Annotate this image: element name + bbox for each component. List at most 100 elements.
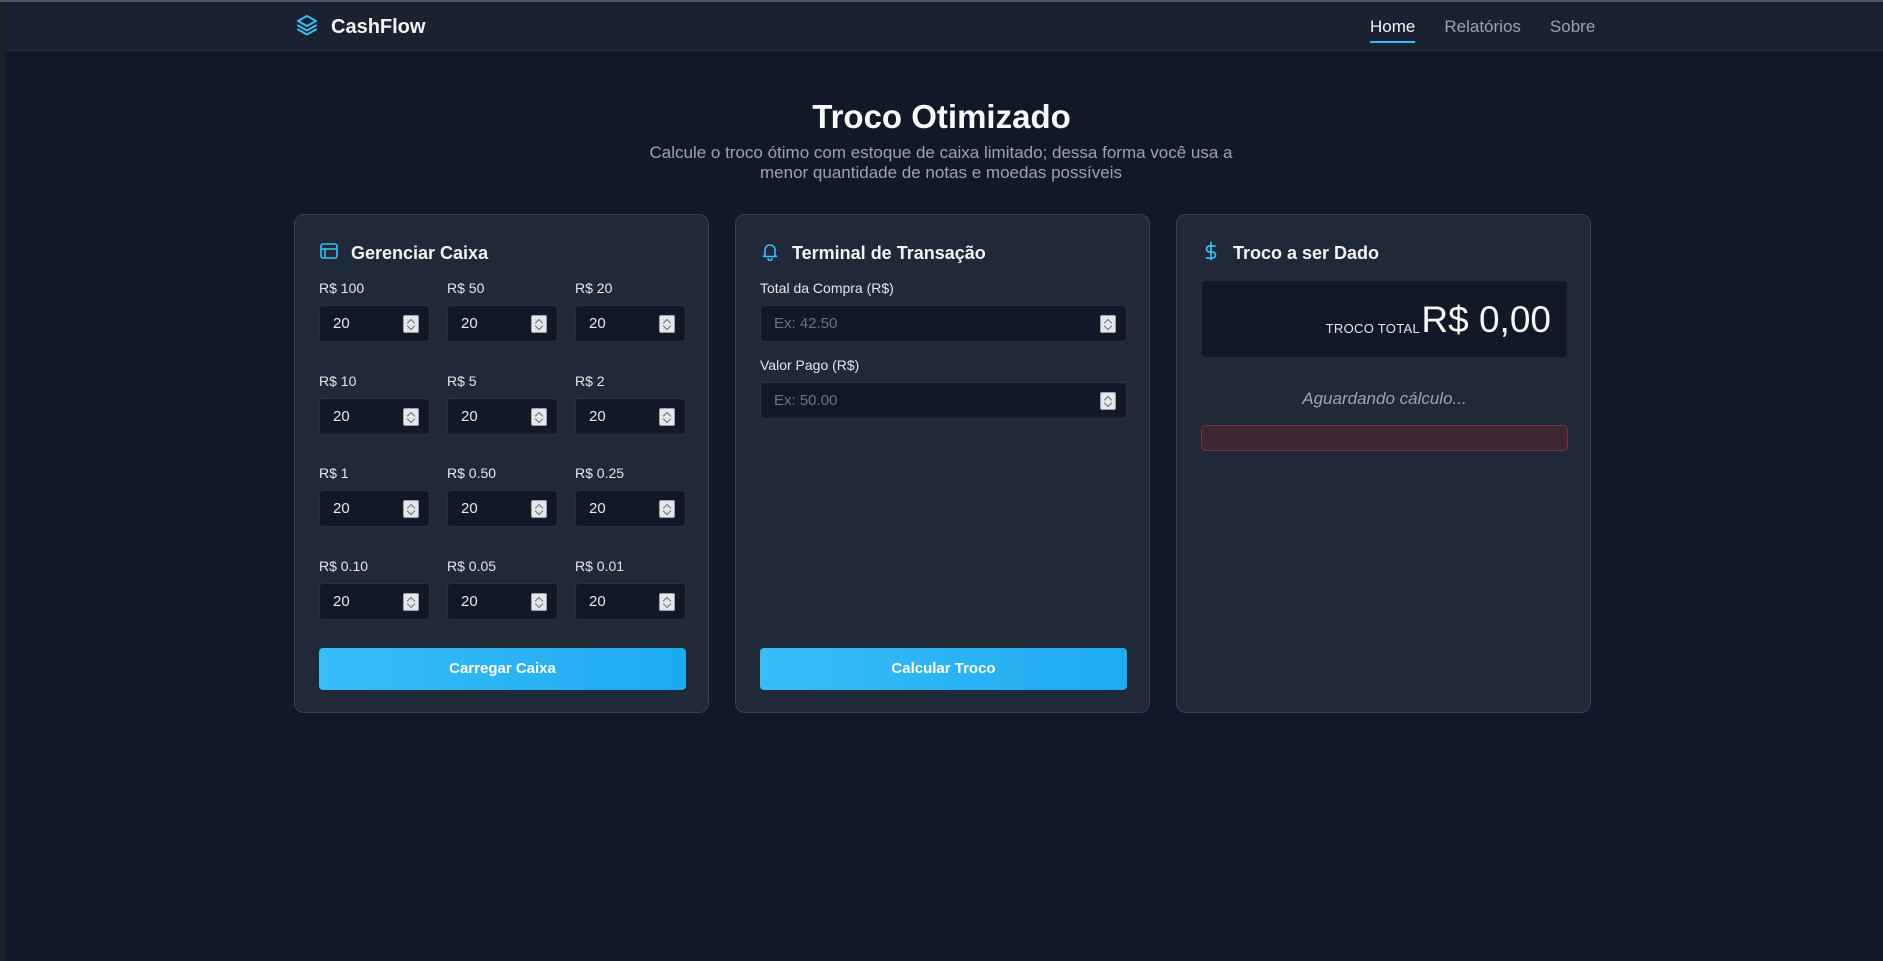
spinner-icon[interactable] xyxy=(531,500,547,518)
brand-name: CashFlow xyxy=(331,16,426,38)
denom-field-5: R$ 5 20 xyxy=(447,373,558,435)
denom-field-20: R$ 20 20 xyxy=(575,280,686,342)
error-message-box xyxy=(1201,425,1568,451)
quantity-value: 20 xyxy=(589,593,606,610)
denom-field-0-50: R$ 0.50 20 xyxy=(447,465,558,527)
status-message: Aguardando cálculo... xyxy=(1302,389,1467,408)
amount-paid-field: Valor Pago (R$) Ex: 50.00 xyxy=(760,357,1127,419)
dollar-icon xyxy=(1201,241,1221,266)
input-placeholder: Ex: 42.50 xyxy=(774,315,838,332)
quantity-value: 20 xyxy=(461,408,478,425)
spinner-icon[interactable] xyxy=(659,593,675,611)
page-subtitle: Calcule o troco ótimo com estoque de cai… xyxy=(649,143,1233,182)
quantity-value: 20 xyxy=(589,408,606,425)
spinner-icon[interactable] xyxy=(531,593,547,611)
layers-icon xyxy=(295,13,319,42)
quantity-value: 20 xyxy=(333,593,350,610)
denom-field-1: R$ 1 20 xyxy=(319,465,430,527)
field-label: Total da Compra (R$) xyxy=(760,280,894,296)
denom-label: R$ 0.05 xyxy=(447,558,497,574)
brand[interactable]: CashFlow xyxy=(295,13,425,42)
calculate-change-button[interactable]: Calcular Troco xyxy=(760,648,1127,690)
card-header: Gerenciar Caixa xyxy=(319,241,488,266)
quantity-stepper[interactable]: 20 xyxy=(575,490,686,527)
spinner-icon[interactable] xyxy=(659,315,675,333)
nav-sobre[interactable]: Sobre xyxy=(1550,17,1595,43)
denom-field-0-01: R$ 0.01 20 xyxy=(575,558,686,620)
quantity-stepper[interactable]: 20 xyxy=(447,305,558,342)
window-edge xyxy=(0,0,5,961)
quantity-stepper[interactable]: 20 xyxy=(319,490,430,527)
quantity-value: 20 xyxy=(333,500,350,517)
quantity-stepper[interactable]: 20 xyxy=(319,583,430,620)
spinner-icon[interactable] xyxy=(403,408,419,426)
load-cash-button[interactable]: Carregar Caixa xyxy=(319,648,686,690)
quantity-value: 20 xyxy=(589,500,606,517)
quantity-stepper[interactable]: 20 xyxy=(575,398,686,435)
denom-label: R$ 0.50 xyxy=(447,465,497,481)
denom-field-100: R$ 100 20 xyxy=(319,280,430,342)
wallet-icon xyxy=(319,241,339,266)
denom-label: R$ 0.25 xyxy=(575,465,625,481)
denom-field-50: R$ 50 20 xyxy=(447,280,558,342)
spinner-icon[interactable] xyxy=(403,593,419,611)
denom-label: R$ 0.10 xyxy=(319,558,369,574)
transaction-terminal-card: Terminal de Transação Total da Compra (R… xyxy=(735,214,1150,713)
spinner-icon[interactable] xyxy=(403,315,419,333)
field-label: Valor Pago (R$) xyxy=(760,357,860,373)
spinner-icon[interactable] xyxy=(531,408,547,426)
change-total-value: R$ 0,00 xyxy=(1421,299,1551,340)
top-navbar: CashFlow Home Relatórios Sobre xyxy=(5,2,1883,51)
nav-relatorios[interactable]: Relatórios xyxy=(1444,17,1521,43)
denom-label: R$ 100 xyxy=(319,280,365,296)
spinner-icon[interactable] xyxy=(659,408,675,426)
bell-icon xyxy=(760,241,780,266)
denom-label: R$ 0.01 xyxy=(575,558,625,574)
change-total-label: TROCO TOTAL xyxy=(1325,321,1420,336)
cash-register-card: Gerenciar Caixa R$ 100 20 R$ 50 20 R$ 20… xyxy=(294,214,709,713)
purchase-total-input[interactable]: Ex: 42.50 xyxy=(760,305,1127,342)
change-result-card: Troco a ser Dado TROCO TOTAL R$ 0,00 Agu… xyxy=(1176,214,1591,713)
spinner-icon[interactable] xyxy=(1100,392,1116,410)
card-header: Troco a ser Dado xyxy=(1201,241,1379,266)
denom-label: R$ 10 xyxy=(319,373,357,389)
spinner-icon[interactable] xyxy=(403,500,419,518)
denom-field-0-25: R$ 0.25 20 xyxy=(575,465,686,527)
quantity-value: 20 xyxy=(589,315,606,332)
denom-field-10: R$ 10 20 xyxy=(319,373,430,435)
denom-label: R$ 2 xyxy=(575,373,605,389)
nav-home[interactable]: Home xyxy=(1370,17,1416,43)
change-total-box: TROCO TOTAL R$ 0,00 xyxy=(1201,280,1568,358)
spinner-icon[interactable] xyxy=(1100,315,1116,333)
quantity-value: 20 xyxy=(461,500,478,517)
amount-paid-input[interactable]: Ex: 50.00 xyxy=(760,382,1127,419)
quantity-stepper[interactable]: 20 xyxy=(575,305,686,342)
denom-field-2: R$ 2 20 xyxy=(575,373,686,435)
spinner-icon[interactable] xyxy=(531,315,547,333)
input-placeholder: Ex: 50.00 xyxy=(774,392,838,409)
page-title: Troco Otimizado xyxy=(812,98,1071,135)
denom-field-0-05: R$ 0.05 20 xyxy=(447,558,558,620)
denom-label: R$ 50 xyxy=(447,280,485,296)
denom-label: R$ 5 xyxy=(447,373,477,389)
quantity-stepper[interactable]: 20 xyxy=(575,583,686,620)
quantity-value: 20 xyxy=(333,408,350,425)
quantity-stepper[interactable]: 20 xyxy=(447,398,558,435)
denom-label: R$ 20 xyxy=(575,280,613,296)
denom-field-0-10: R$ 0.10 20 xyxy=(319,558,430,620)
main-nav: Home Relatórios Sobre xyxy=(1370,17,1595,43)
quantity-value: 20 xyxy=(333,315,350,332)
quantity-value: 20 xyxy=(461,593,478,610)
quantity-stepper[interactable]: 20 xyxy=(319,398,430,435)
card-header: Terminal de Transação xyxy=(760,241,986,266)
card-title: Gerenciar Caixa xyxy=(351,243,489,263)
quantity-value: 20 xyxy=(461,315,478,332)
card-title: Troco a ser Dado xyxy=(1233,243,1380,263)
card-title: Terminal de Transação xyxy=(792,243,986,263)
purchase-total-field: Total da Compra (R$) Ex: 42.50 xyxy=(760,280,1127,342)
quantity-stepper[interactable]: 20 xyxy=(447,583,558,620)
quantity-stepper[interactable]: 20 xyxy=(447,490,558,527)
quantity-stepper[interactable]: 20 xyxy=(319,305,430,342)
spinner-icon[interactable] xyxy=(659,500,675,518)
denom-label: R$ 1 xyxy=(319,465,349,481)
